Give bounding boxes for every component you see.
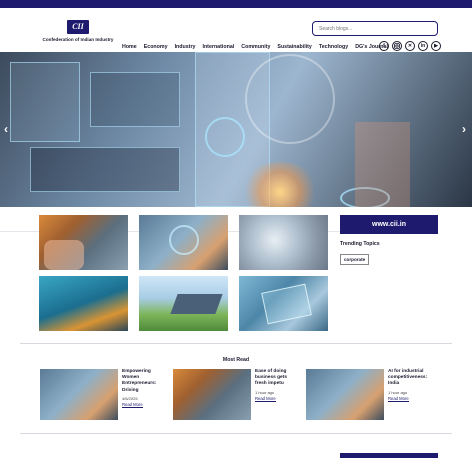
article-card[interactable] [139, 215, 228, 270]
card-image-detail [169, 225, 199, 255]
sidebar-bottom-block [340, 453, 438, 458]
article-card[interactable] [239, 215, 328, 270]
most-read-image[interactable] [40, 369, 118, 420]
cii-website-button[interactable]: www.cii.in [340, 215, 438, 234]
most-read-image[interactable] [306, 369, 384, 420]
most-read-item-title[interactable]: Empowering Women Entrepreneurs: Driving [122, 369, 166, 394]
most-read-image[interactable] [173, 369, 251, 420]
read-more-link[interactable]: Read More [122, 402, 143, 408]
hero-keyboard [30, 147, 180, 192]
facebook-icon[interactable]: f [379, 41, 389, 51]
carousel-prev-button[interactable]: ‹ [4, 122, 14, 136]
card-image-detail [44, 240, 84, 270]
hero-hand [355, 122, 410, 207]
section-divider [20, 343, 452, 344]
read-more-link[interactable]: Read More [255, 396, 276, 402]
cii-logo[interactable]: CII Confederation of Indian Industry [42, 20, 114, 42]
hero-carousel[interactable]: ‹ › [0, 52, 472, 207]
youtube-icon[interactable]: ▶ [431, 41, 441, 51]
article-card[interactable] [39, 215, 128, 270]
hero-ui-panel [90, 72, 180, 127]
site-header: CII Confederation of Indian Industry Hom… [0, 8, 472, 53]
instagram-icon[interactable] [392, 41, 402, 51]
hero-arc [245, 54, 335, 144]
article-card[interactable] [139, 276, 228, 331]
hero-ui-panel [10, 62, 80, 142]
most-read-title: Most Read [222, 357, 250, 363]
logo-text: Confederation of Indian Industry [42, 37, 114, 42]
read-more-link[interactable]: Read More [388, 396, 409, 402]
article-card[interactable] [39, 276, 128, 331]
top-brand-bar [0, 0, 472, 8]
card-image-detail [261, 283, 312, 325]
linkedin-icon[interactable]: in [418, 41, 428, 51]
most-read-item-title[interactable]: Ease of doing business gets fresh impetu [255, 369, 299, 388]
search-input[interactable] [312, 21, 438, 36]
most-read-item-date: 1 hour ago [255, 390, 275, 395]
x-icon[interactable]: ✕ [405, 41, 415, 51]
trending-tag[interactable]: corporate [340, 254, 370, 265]
logo-mark: CII [67, 20, 89, 34]
trending-topics-title: Trending Topics [340, 241, 380, 247]
most-read-item-title[interactable]: AI for industrial competitiveness: India [388, 369, 432, 388]
section-divider [20, 433, 452, 434]
most-read-item-date: 1 hour ago [388, 390, 408, 395]
carousel-next-button[interactable]: › [462, 122, 472, 136]
card-image-detail [170, 294, 223, 314]
social-links: f ✕ in ▶ [379, 41, 441, 51]
hero-gear-ring [205, 117, 245, 157]
most-read-item-date: 4/6/2025 [122, 396, 138, 401]
article-card[interactable] [239, 276, 328, 331]
